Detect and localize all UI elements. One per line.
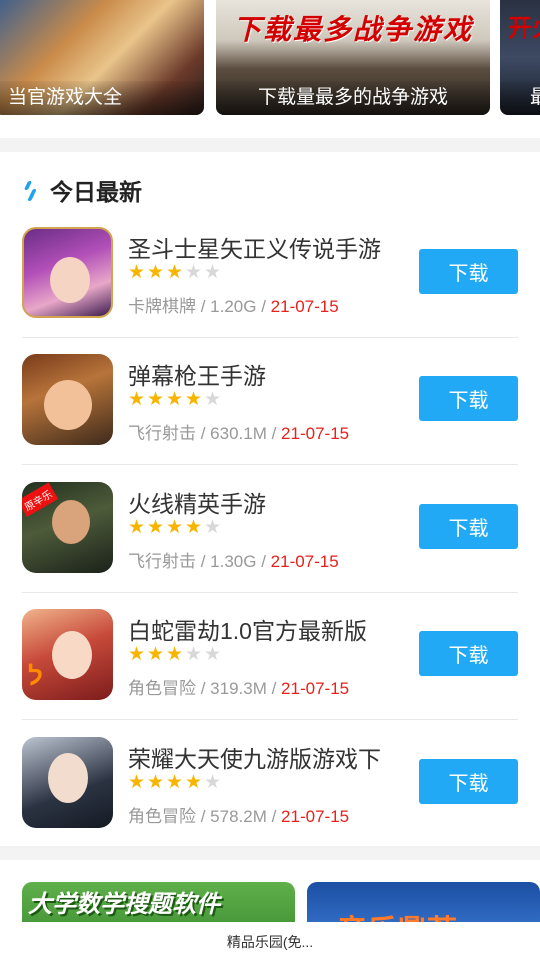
star-filled-icon: ★ [128, 262, 146, 283]
app-icon-tag: 原辛乐 [22, 482, 59, 517]
rating-stars: ★ ★ ★ ★ ★ [128, 389, 223, 410]
app-icon[interactable]: 原辛乐 [22, 482, 113, 573]
star-filled-icon: ★ [185, 772, 203, 793]
star-empty-icon: ★ [204, 644, 222, 665]
app-size: 630.1M [210, 424, 267, 443]
star-filled-icon: ★ [147, 389, 165, 410]
app-icon-art [44, 380, 92, 430]
app-icon[interactable] [22, 737, 113, 828]
banner-officials-games[interactable]: 当官游戏大全 [0, 0, 204, 115]
app-size: 319.3M [210, 679, 267, 698]
section-header: 今日最新 [22, 172, 142, 208]
star-filled-icon: ★ [147, 644, 165, 665]
app-name[interactable]: 白蛇雷劫1.0官方最新版 [128, 612, 367, 646]
list-item[interactable]: 荣耀大天使九游版游戏下 ★ ★ ★ ★ ★ 角色冒险 / 578.2M / 21-07-… [22, 720, 518, 848]
banner-war-games[interactable]: 下载最多战争游戏 下载量最多的战争游戏 [216, 0, 490, 115]
star-empty-icon: ★ [204, 517, 222, 538]
app-name[interactable]: 火线精英手游 [128, 485, 266, 519]
download-button[interactable]: 下载 [419, 504, 518, 549]
app-name[interactable]: 弹幕枪王手游 [128, 357, 266, 391]
app-icon[interactable] [22, 227, 113, 318]
app-icon-art [50, 257, 90, 303]
app-meta: 角色冒险 / 578.2M / 21-07-15 [128, 807, 350, 826]
app-category: 卡牌棋牌 [128, 297, 196, 316]
section-divider [0, 846, 540, 860]
banner-art-title: 开火 [508, 15, 540, 42]
app-meta: 卡牌棋牌 / 1.20G / 21-07-15 [128, 297, 339, 316]
footer-text: 精品乐园(免... [226, 934, 314, 950]
star-filled-icon: ★ [128, 644, 146, 665]
banner-carousel[interactable]: 当官游戏大全 下载最多战争游戏 下载量最多的战争游戏 开火 最 [0, 0, 540, 116]
star-filled-icon: ★ [147, 517, 165, 538]
star-empty-icon: ★ [185, 644, 203, 665]
star-filled-icon: ★ [166, 389, 184, 410]
star-filled-icon: ★ [166, 644, 184, 665]
app-meta: 角色冒险 / 319.3M / 21-07-15 [128, 679, 350, 698]
star-filled-icon: ★ [128, 389, 146, 410]
app-category: 飞行射击 [128, 424, 196, 443]
list-item[interactable]: 弹幕枪王手游 ★ ★ ★ ★ ★ 飞行射击 / 630.1M / 21-07-15 下载 [22, 337, 518, 465]
app-date: 21-07-15 [270, 297, 339, 316]
app-category: 角色冒险 [128, 807, 196, 826]
app-name[interactable]: 荣耀大天使九游版游戏下 [128, 740, 381, 774]
bottom-toast: 精品乐园(免... [0, 922, 540, 960]
app-size: 1.20G [210, 297, 257, 316]
rating-stars: ★ ★ ★ ★ ★ [128, 644, 223, 665]
banner-art-title: 下载最多战争游戏 [232, 13, 473, 46]
app-icon-art [52, 631, 92, 679]
app-name[interactable]: 圣斗士星矢正义传说手游 [128, 230, 381, 264]
app-category: 角色冒险 [128, 679, 196, 698]
app-icon[interactable] [22, 354, 113, 445]
star-filled-icon: ★ [128, 772, 146, 793]
rating-stars: ★ ★ ★ ★ ★ [128, 772, 223, 793]
list-item[interactable]: 圣斗士星矢正义传说手游 ★ ★ ★ ★ ★ 卡牌棋牌 / 1.20G / 21-07-1… [22, 210, 518, 338]
banner-art-title: 大学数学搜题软件 [28, 891, 220, 918]
app-icon-art [48, 753, 88, 803]
list-item[interactable]: ל 白蛇雷劫1.0官方最新版 ★ ★ ★ ★ ★ 角色冒险 / 319.3M / 21-… [22, 592, 518, 720]
section-divider [0, 138, 540, 152]
star-filled-icon: ★ [128, 517, 146, 538]
section-title: 今日最新 [50, 179, 142, 205]
list-item[interactable]: 原辛乐 火线精英手游 ★ ★ ★ ★ ★ 飞行射击 / 1.30G / 21-07-15… [22, 465, 518, 593]
app-size: 578.2M [210, 807, 267, 826]
download-button[interactable]: 下载 [419, 249, 518, 294]
star-filled-icon: ★ [185, 389, 203, 410]
nine-game-logo-icon: ל [28, 661, 43, 691]
banner-caption: 下载量最多的战争游戏 [216, 81, 490, 115]
download-button[interactable]: 下载 [419, 759, 518, 804]
lightning-icon [22, 179, 38, 201]
app-date: 21-07-15 [281, 424, 350, 443]
app-meta: 飞行射击 / 630.1M / 21-07-15 [128, 424, 350, 443]
banner-caption: 当官游戏大全 [0, 81, 204, 115]
star-empty-icon: ★ [204, 389, 222, 410]
app-icon-art [52, 500, 90, 544]
star-filled-icon: ★ [147, 262, 165, 283]
app-icon[interactable]: ל [22, 609, 113, 700]
download-button[interactable]: 下载 [419, 631, 518, 676]
app-date: 21-07-15 [281, 807, 350, 826]
star-filled-icon: ★ [166, 772, 184, 793]
rating-stars: ★ ★ ★ ★ ★ [128, 262, 223, 283]
star-filled-icon: ★ [185, 517, 203, 538]
star-empty-icon: ★ [204, 772, 222, 793]
star-empty-icon: ★ [185, 262, 203, 283]
app-meta: 飞行射击 / 1.30G / 21-07-15 [128, 552, 339, 571]
app-date: 21-07-15 [270, 552, 339, 571]
app-category: 飞行射击 [128, 552, 196, 571]
app-size: 1.30G [210, 552, 257, 571]
star-filled-icon: ★ [147, 772, 165, 793]
star-filled-icon: ★ [166, 262, 184, 283]
rating-stars: ★ ★ ★ ★ ★ [128, 517, 223, 538]
banner-caption: 最 [500, 81, 540, 115]
star-empty-icon: ★ [204, 262, 222, 283]
app-date: 21-07-15 [281, 679, 350, 698]
banner-partial[interactable]: 开火 最 [500, 0, 540, 115]
download-button[interactable]: 下载 [419, 376, 518, 421]
star-filled-icon: ★ [166, 517, 184, 538]
